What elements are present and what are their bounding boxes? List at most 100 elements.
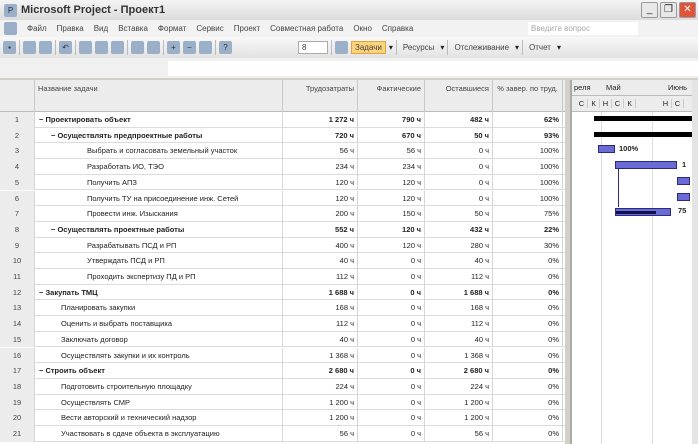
goto-task-icon[interactable] <box>199 41 212 54</box>
task-name[interactable]: Разработать ИО, ТЭО <box>35 159 283 175</box>
actual-cell[interactable]: 0 ч <box>358 331 425 348</box>
task-name[interactable]: Осуществлять СМР <box>35 394 283 411</box>
pct-cell[interactable]: 100% <box>493 143 563 160</box>
pct-cell[interactable]: 30% <box>493 237 563 254</box>
pct-cell[interactable]: 0% <box>493 331 563 348</box>
menu-collaborate[interactable]: Совместная работа <box>270 24 343 33</box>
menu-file[interactable]: Файл <box>27 24 47 33</box>
actual-cell[interactable]: 0 ч <box>358 426 425 442</box>
header-pct[interactable]: % завер. по труд. <box>493 80 563 112</box>
row-number[interactable]: 20 <box>0 410 35 426</box>
pct-cell[interactable]: 75% <box>493 206 563 222</box>
table-row[interactable]: 11 Проходить экспертизу ПД и РП 112 ч 0 … <box>0 269 565 285</box>
task-name[interactable]: Подготовить строительную площадку <box>35 378 283 395</box>
tracking-button[interactable]: Отслеживание <box>451 42 512 53</box>
remaining-cell[interactable]: 280 ч <box>425 237 493 254</box>
table-row[interactable]: 18 Подготовить строительную площадку 224… <box>0 378 565 395</box>
actual-cell[interactable]: 120 ч <box>358 174 425 191</box>
work-cell[interactable]: 224 ч <box>283 378 358 395</box>
print-icon[interactable] <box>23 41 36 54</box>
work-cell[interactable]: 1 200 ч <box>283 394 358 411</box>
resources-button[interactable]: Ресурсы <box>400 42 438 53</box>
work-cell[interactable]: 40 ч <box>283 331 358 348</box>
menu-edit[interactable]: Правка <box>57 24 84 33</box>
menu-format[interactable]: Формат <box>158 24 186 33</box>
actual-cell[interactable]: 0 ч <box>358 347 425 364</box>
actual-cell[interactable]: 120 ч <box>358 237 425 254</box>
pct-cell[interactable]: 0% <box>493 363 563 379</box>
remaining-cell[interactable]: 224 ч <box>425 378 493 395</box>
minimize-button[interactable]: _ <box>641 2 658 18</box>
task-name[interactable]: Участвовать в сдаче объекта в эксплуатац… <box>35 426 283 442</box>
task-name[interactable]: Осуществлять закупки и их контроль <box>35 347 283 364</box>
work-cell[interactable]: 720 ч <box>283 127 358 144</box>
work-cell[interactable]: 120 ч <box>283 190 358 207</box>
task-name[interactable]: − Осуществлять проектные работы <box>35 221 283 238</box>
row-number[interactable]: 7 <box>0 206 35 222</box>
summary-bar-2[interactable] <box>594 132 698 137</box>
pct-cell[interactable]: 62% <box>493 112 563 128</box>
work-cell[interactable]: 2 680 ч <box>283 363 358 379</box>
remaining-cell[interactable]: 50 ч <box>425 127 493 144</box>
row-number[interactable]: 8 <box>0 221 35 238</box>
notes-icon[interactable] <box>147 41 160 54</box>
work-cell[interactable]: 1 688 ч <box>283 284 358 301</box>
save-icon[interactable]: ▪ <box>3 41 16 54</box>
header-actual[interactable]: Фактические <box>358 80 425 112</box>
remaining-cell[interactable]: 0 ч <box>425 174 493 191</box>
remaining-cell[interactable]: 0 ч <box>425 190 493 207</box>
menu-project[interactable]: Проект <box>234 24 260 33</box>
actual-cell[interactable]: 120 ч <box>358 221 425 238</box>
pct-cell[interactable]: 100% <box>493 159 563 175</box>
table-row[interactable]: 10 Утверждать ПСД и РП 40 ч 0 ч 40 ч 0% <box>0 253 565 269</box>
row-number[interactable]: 19 <box>0 394 35 411</box>
table-row[interactable]: 16 Осуществлять закупки и их контроль 1 … <box>0 347 565 364</box>
menu-view[interactable]: Вид <box>94 24 108 33</box>
entry-field[interactable] <box>168 61 698 76</box>
row-number[interactable]: 6 <box>0 190 35 207</box>
actual-cell[interactable]: 0 ч <box>358 363 425 379</box>
pct-cell[interactable]: 0% <box>493 394 563 411</box>
actual-cell[interactable]: 0 ч <box>358 300 425 317</box>
work-cell[interactable]: 1 200 ч <box>283 410 358 426</box>
pct-cell[interactable]: 100% <box>493 174 563 191</box>
work-cell[interactable]: 56 ч <box>283 143 358 160</box>
task-name[interactable]: Провести инж. Изыскания <box>35 206 283 222</box>
table-row[interactable]: 19 Осуществлять СМР 1 200 ч 0 ч 1 200 ч … <box>0 394 565 411</box>
actual-cell[interactable]: 120 ч <box>358 190 425 207</box>
work-cell[interactable]: 234 ч <box>283 159 358 175</box>
work-cell[interactable]: 40 ч <box>283 253 358 269</box>
row-number[interactable]: 15 <box>0 331 35 348</box>
table-row[interactable]: 20 Вести авторский и технический надзор … <box>0 410 565 426</box>
task-name[interactable]: − Закупать ТМЦ <box>35 284 283 301</box>
table-row[interactable]: 13 Планировать закупки 168 ч 0 ч 168 ч 0… <box>0 300 565 317</box>
work-cell[interactable]: 1 368 ч <box>283 347 358 364</box>
work-cell[interactable]: 1 272 ч <box>283 112 358 128</box>
row-number[interactable]: 1 <box>0 112 35 128</box>
row-number[interactable]: 14 <box>0 316 35 332</box>
actual-cell[interactable]: 0 ч <box>358 316 425 332</box>
actual-cell[interactable]: 56 ч <box>358 143 425 160</box>
table-row[interactable]: 14 Оценить и выбрать поставщика 112 ч 0 … <box>0 316 565 332</box>
actual-cell[interactable]: 0 ч <box>358 378 425 395</box>
zoom-in-icon[interactable]: + <box>167 41 180 54</box>
task-name[interactable]: Выбрать и согласовать земельный участок <box>35 143 283 160</box>
remaining-cell[interactable]: 40 ч <box>425 331 493 348</box>
task-name[interactable]: Вести авторский и технический надзор <box>35 410 283 426</box>
task-bar-5[interactable] <box>677 177 690 185</box>
table-row[interactable]: 17 − Строить объект 2 680 ч 0 ч 2 680 ч … <box>0 363 565 379</box>
row-number[interactable]: 16 <box>0 347 35 364</box>
table-row[interactable]: 3 Выбрать и согласовать земельный участо… <box>0 143 565 160</box>
pct-cell[interactable]: 100% <box>493 190 563 207</box>
actual-cell[interactable]: 0 ч <box>358 410 425 426</box>
summary-bar-1[interactable] <box>594 116 698 121</box>
undo-icon[interactable]: ↶ <box>59 41 72 54</box>
header-work[interactable]: Трудозатраты <box>283 80 358 112</box>
unlink-icon[interactable] <box>95 41 108 54</box>
split-icon[interactable] <box>111 41 124 54</box>
actual-cell[interactable]: 0 ч <box>358 284 425 301</box>
link-icon[interactable] <box>79 41 92 54</box>
task-name[interactable]: Получить АПЗ <box>35 174 283 191</box>
task-info-icon[interactable] <box>131 41 144 54</box>
row-number[interactable]: 17 <box>0 363 35 379</box>
